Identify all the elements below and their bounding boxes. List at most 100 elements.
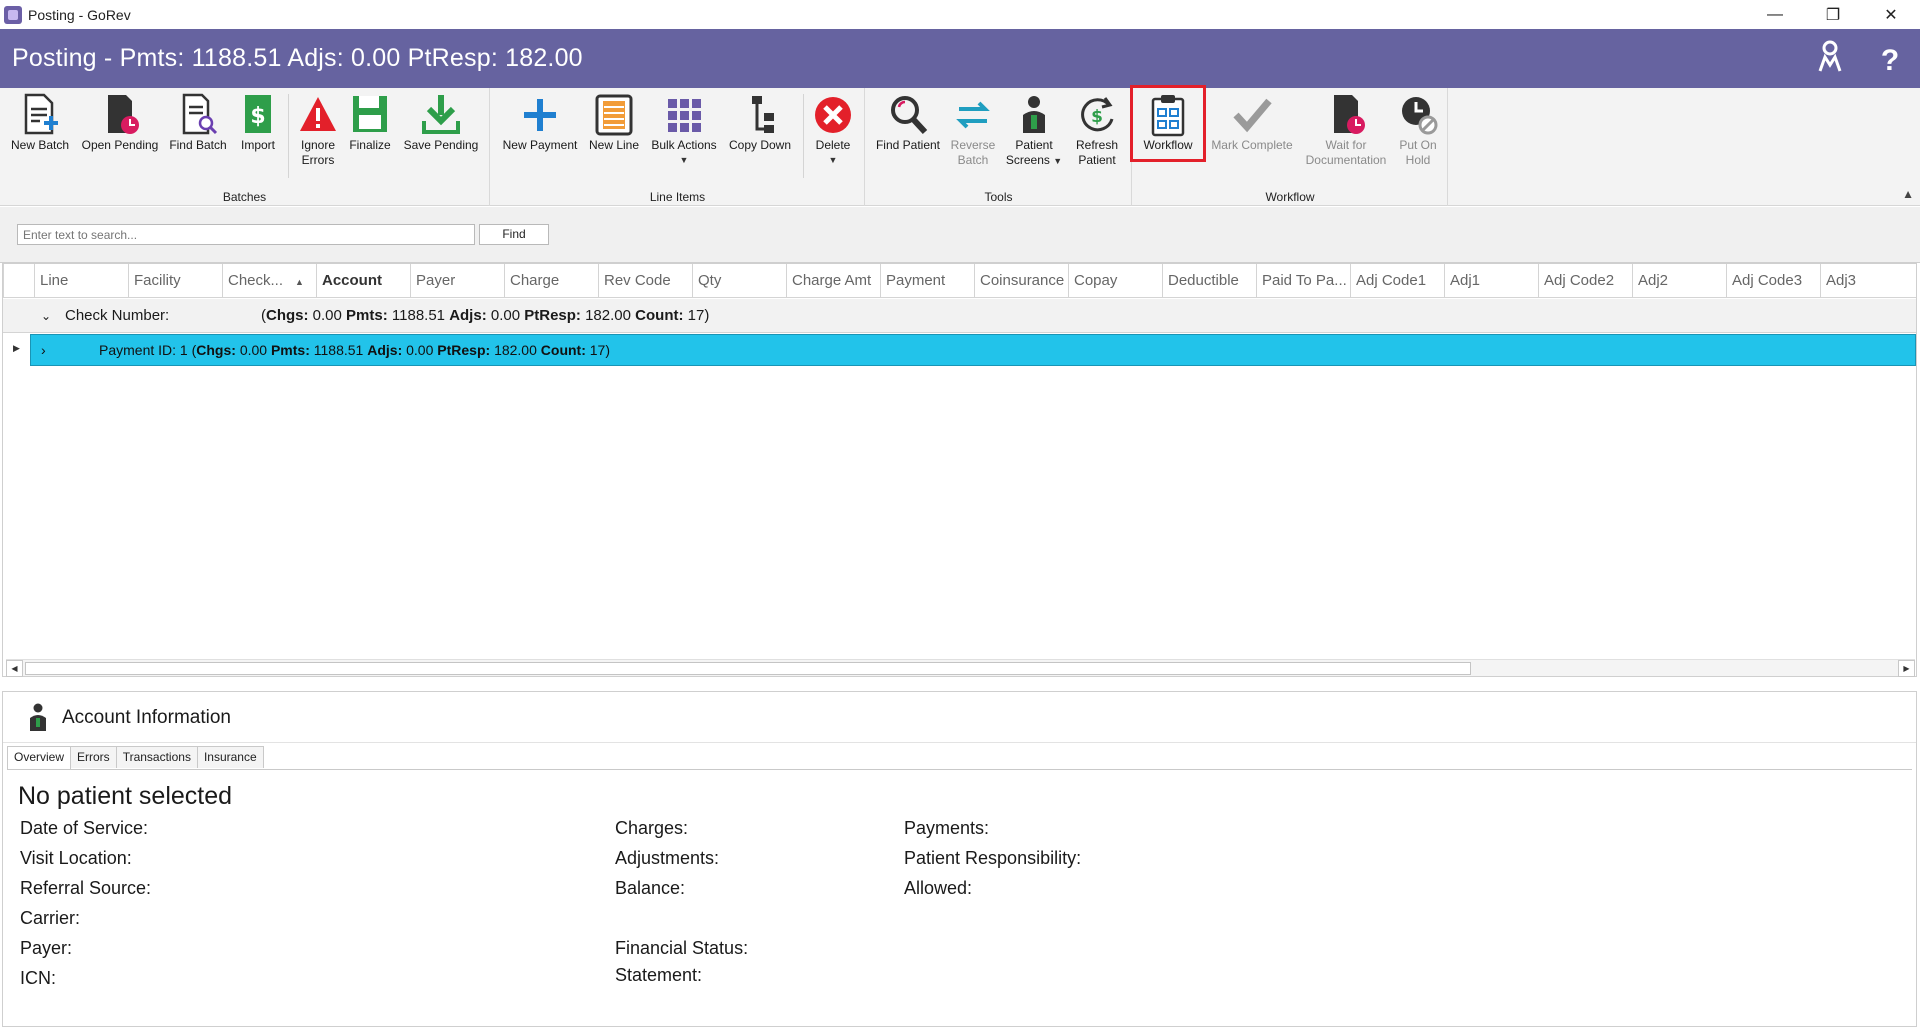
tab-transactions[interactable]: Transactions bbox=[115, 746, 198, 768]
import-label: Import bbox=[240, 138, 275, 152]
ribbon-group-batches: New Batch Open Pending Find Batch $ Impo… bbox=[0, 88, 490, 206]
refresh-patient-button[interactable]: $ Refresh Patient bbox=[1068, 92, 1126, 168]
column-header-adj-code3[interactable]: Adj Code3 bbox=[1726, 264, 1820, 298]
ribbon-collapse-chevron-up-icon[interactable]: ▲ bbox=[1902, 187, 1914, 201]
tab-overview[interactable]: Overview bbox=[7, 746, 72, 770]
minimize-button[interactable]: — bbox=[1746, 0, 1804, 29]
finalize-button[interactable]: Finalize bbox=[346, 92, 394, 153]
find-batch-button[interactable]: Find Batch bbox=[166, 92, 230, 153]
close-button[interactable]: ✕ bbox=[1862, 0, 1920, 29]
patient-screens-label-1: Patient bbox=[1015, 138, 1053, 152]
payment-adjs-label: Adjs: bbox=[367, 342, 403, 358]
payment-summary: Payment ID: 1 (Chgs: 0.00 Pmts: 1188.51 … bbox=[99, 335, 610, 365]
group-adjs-value: 0.00 bbox=[490, 307, 521, 324]
line-items-separator bbox=[803, 94, 804, 178]
delete-button[interactable]: Delete ▼ bbox=[809, 92, 857, 168]
column-header-charge[interactable]: Charge bbox=[504, 264, 598, 298]
column-header-deductible[interactable]: Deductible bbox=[1162, 264, 1256, 298]
find-button[interactable]: Find bbox=[479, 224, 549, 245]
payment-ptresp-value: 182.00 bbox=[494, 342, 537, 358]
mark-complete-button[interactable]: Mark Complete bbox=[1207, 92, 1297, 153]
column-header-paid-to-patient[interactable]: Paid To Pa... bbox=[1256, 264, 1350, 298]
payment-count-label: Count: bbox=[540, 342, 586, 358]
patient-responsibility-label: Patient Responsibility: bbox=[904, 848, 1082, 868]
payment-group-row[interactable]: › Payment ID: 1 (Chgs: 0.00 Pmts: 1188.5… bbox=[30, 334, 1916, 366]
group-close-paren: ) bbox=[704, 307, 710, 324]
column-header-payer[interactable]: Payer bbox=[410, 264, 504, 298]
new-payment-button[interactable]: New Payment bbox=[499, 92, 581, 153]
column-header-line[interactable]: Line bbox=[34, 264, 128, 298]
help-icon[interactable]: ? bbox=[1874, 42, 1906, 80]
patient-person-icon bbox=[1012, 92, 1056, 138]
grid-icon bbox=[662, 92, 706, 138]
save-pending-label: Save Pending bbox=[403, 138, 479, 152]
search-input[interactable] bbox=[17, 224, 475, 245]
copy-down-button[interactable]: Copy Down bbox=[725, 92, 795, 153]
group-count-value: 17 bbox=[687, 307, 705, 324]
new-batch-button[interactable]: New Batch bbox=[8, 92, 72, 153]
payment-count-value: 17 bbox=[589, 342, 606, 358]
scroll-left-arrow-icon[interactable]: ◀ bbox=[6, 660, 23, 677]
group-expand-chevron-down-icon[interactable]: ⌄ bbox=[41, 299, 51, 333]
bulk-actions-label: Bulk Actions bbox=[651, 138, 717, 152]
wait-doc-label-2: Documentation bbox=[1305, 153, 1387, 167]
page-title: Posting - Pmts: 1188.51 Adjs: 0.00 PtRes… bbox=[12, 44, 583, 72]
check-number-group-row[interactable]: ⌄ Check Number: (Chgs: 0.00 Pmts: 1188.5… bbox=[3, 299, 1916, 333]
patient-screens-button[interactable]: Patient Screens ▼ bbox=[1002, 92, 1066, 169]
delete-chevron-down-icon: ▼ bbox=[828, 155, 838, 165]
bulk-actions-button[interactable]: Bulk Actions ▼ bbox=[647, 92, 721, 168]
import-dollar-icon: $ bbox=[236, 92, 280, 138]
payment-adjs-value: 0.00 bbox=[406, 342, 434, 358]
wait-for-documentation-button[interactable]: Wait for Documentation bbox=[1301, 92, 1391, 168]
find-batch-icon bbox=[176, 92, 220, 138]
no-patient-selected-text: No patient selected bbox=[18, 782, 233, 810]
new-line-button[interactable]: New Line bbox=[585, 92, 643, 153]
tools-group-label: Tools bbox=[984, 190, 1013, 204]
column-header-rev-code[interactable]: Rev Code bbox=[598, 264, 692, 298]
reverse-batch-button[interactable]: Reverse Batch bbox=[946, 92, 1000, 168]
tab-insurance[interactable]: Insurance bbox=[196, 746, 264, 768]
open-pending-label: Open Pending bbox=[81, 138, 159, 152]
payment-expand-chevron-right-icon[interactable]: › bbox=[41, 335, 46, 365]
column-header-charge-amt[interactable]: Charge Amt bbox=[786, 264, 880, 298]
column-header-adj1[interactable]: Adj1 bbox=[1444, 264, 1538, 298]
scrollbar-thumb[interactable] bbox=[25, 662, 1471, 675]
column-header-adj3[interactable]: Adj3 bbox=[1820, 264, 1914, 298]
save-pending-button[interactable]: Save Pending bbox=[400, 92, 482, 153]
scroll-right-arrow-icon[interactable]: ▶ bbox=[1898, 660, 1915, 677]
workflow-button[interactable]: Workflow bbox=[1130, 85, 1206, 162]
payer-label: Payer: bbox=[20, 938, 73, 958]
group-ptresp-value: 182.00 bbox=[585, 307, 631, 324]
ribbon-group-workflow: Workflow Mark Complete Wait for Document… bbox=[1130, 85, 1448, 206]
import-button[interactable]: $ Import bbox=[234, 92, 282, 153]
column-header-coinsurance[interactable]: Coinsurance bbox=[974, 264, 1068, 298]
group-ptresp-label: PtResp: bbox=[524, 307, 581, 324]
column-header-account[interactable]: Account bbox=[316, 264, 410, 298]
checkmark-icon bbox=[1230, 92, 1274, 138]
ribbon-group-tools: Find Patient Reverse Batch Patient Scree… bbox=[866, 88, 1132, 206]
restore-button[interactable]: ❐ bbox=[1804, 0, 1862, 29]
horizontal-scrollbar[interactable]: ◀ ▶ bbox=[6, 659, 1915, 677]
find-patient-button[interactable]: Find Patient bbox=[872, 92, 944, 153]
tab-errors[interactable]: Errors bbox=[70, 746, 117, 768]
column-header-adj-code2[interactable]: Adj Code2 bbox=[1538, 264, 1632, 298]
column-header-adj-code1[interactable]: Adj Code1 bbox=[1350, 264, 1444, 298]
column-header-adj2[interactable]: Adj2 bbox=[1632, 264, 1726, 298]
balance-label: Balance: bbox=[615, 878, 686, 898]
carrier-label: Carrier: bbox=[20, 908, 81, 928]
open-pending-button[interactable]: Open Pending bbox=[78, 92, 162, 153]
save-disk-icon bbox=[348, 92, 392, 138]
users-icon[interactable] bbox=[1814, 39, 1846, 83]
ignore-errors-button[interactable]: Ignore Errors bbox=[294, 92, 342, 168]
payment-close-paren: ) bbox=[605, 342, 611, 358]
batches-group-label: Batches bbox=[222, 190, 267, 204]
window-title: Posting - GoRev bbox=[28, 6, 131, 23]
patient-screens-chevron-down-icon: ▼ bbox=[1053, 156, 1063, 166]
put-on-hold-button[interactable]: Put On Hold bbox=[1393, 92, 1443, 168]
grid-header: Line Facility Check... ▲ Account Payer C… bbox=[3, 264, 1916, 298]
column-header-facility[interactable]: Facility bbox=[128, 264, 222, 298]
payment-pmts-value: 1188.51 bbox=[313, 342, 364, 358]
column-header-payment[interactable]: Payment bbox=[880, 264, 974, 298]
column-header-qty[interactable]: Qty bbox=[692, 264, 786, 298]
column-header-copay[interactable]: Copay bbox=[1068, 264, 1162, 298]
